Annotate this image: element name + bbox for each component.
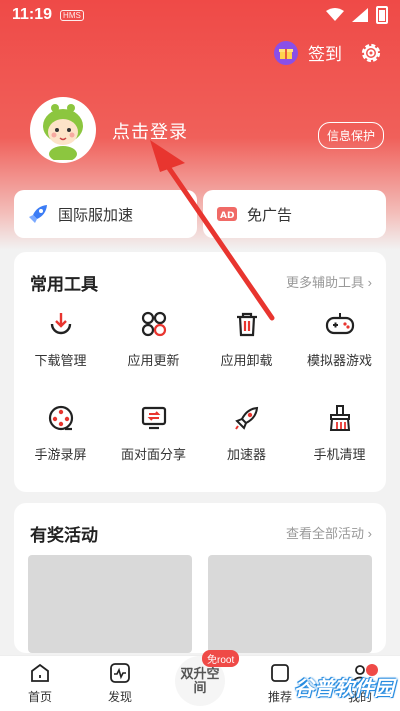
- tool-label: 手机清理: [313, 447, 366, 462]
- broom-icon: [324, 402, 356, 434]
- tool-label: 应用更新: [127, 353, 180, 368]
- tool-face-to-face-share[interactable]: 面对面分享: [107, 402, 200, 478]
- tool-label: 下载管理: [34, 353, 87, 368]
- signal-icon: [352, 8, 368, 22]
- recommend-icon: [269, 662, 291, 684]
- hms-badge: HMS: [60, 9, 84, 21]
- discover-icon: [109, 662, 131, 684]
- tab-dual-space[interactable]: 双升空间 免root: [160, 650, 240, 711]
- intl-acceleration-card[interactable]: 国际服加速: [14, 190, 197, 238]
- tool-app-update[interactable]: 应用更新: [107, 308, 200, 384]
- more-tools-link[interactable]: 更多辅助工具 ›: [286, 272, 372, 291]
- tab-label: 首页: [27, 690, 52, 704]
- home-icon: [29, 662, 51, 684]
- activity-banner[interactable]: [208, 555, 372, 653]
- wifi-icon: [326, 8, 344, 21]
- tool-download-manager[interactable]: 下载管理: [14, 308, 107, 384]
- tool-label: 加速器: [226, 447, 266, 462]
- no-ads-label: 免广告: [247, 206, 293, 224]
- tool-label: 应用卸载: [220, 353, 273, 368]
- gamepad-icon: [324, 308, 356, 340]
- rocket-icon: [26, 202, 50, 226]
- no-root-badge: 免root: [202, 650, 240, 667]
- gear-icon[interactable]: [358, 40, 384, 66]
- status-time: 11:19: [12, 6, 53, 23]
- film-reel-icon: [45, 402, 77, 434]
- tool-label: 模拟器游戏: [306, 353, 372, 368]
- app-update-icon: [138, 308, 170, 340]
- no-ads-card[interactable]: AD 免广告: [203, 190, 386, 238]
- privacy-button[interactable]: 信息保护: [317, 122, 384, 149]
- status-bar: 11:19 HMS: [0, 0, 400, 30]
- tab-label: 发现: [107, 690, 132, 704]
- share-screen-icon: [138, 402, 170, 434]
- tab-label: 推荐: [267, 690, 292, 704]
- battery-icon: [376, 6, 388, 24]
- tools-grid: 下载管理 应用更新 应用卸载 模拟器游戏 手游录屏 面对面分享 加速器 手机清理: [14, 308, 386, 478]
- login-prompt[interactable]: 点击登录: [112, 118, 188, 144]
- download-icon: [45, 308, 77, 340]
- tool-app-uninstall[interactable]: 应用卸载: [200, 308, 293, 384]
- rocket-icon: [231, 402, 263, 434]
- tools-title: 常用工具: [30, 275, 98, 294]
- avatar[interactable]: [30, 97, 96, 163]
- mascot-icon: [43, 104, 83, 160]
- tool-screen-record[interactable]: 手游录屏: [14, 402, 107, 478]
- status-icons: [326, 6, 388, 24]
- activities-card: 有奖活动 查看全部活动 ›: [14, 503, 386, 653]
- tab-discover[interactable]: 发现: [80, 656, 160, 711]
- signin-label: 签到: [308, 45, 342, 64]
- trash-icon: [231, 308, 263, 340]
- tool-label: 手游录屏: [34, 447, 87, 462]
- watermark-text: 谷普软件园: [294, 678, 394, 700]
- tool-accelerator[interactable]: 加速器: [200, 402, 293, 478]
- all-activities-link[interactable]: 查看全部活动 ›: [286, 523, 372, 542]
- signin-button[interactable]: 签到: [274, 40, 342, 65]
- tool-phone-cleanup[interactable]: 手机清理: [293, 402, 386, 478]
- svg-text:AD: AD: [220, 211, 234, 221]
- intl-acceleration-label: 国际服加速: [58, 206, 134, 224]
- tool-emulator-games[interactable]: 模拟器游戏: [293, 308, 386, 384]
- gift-icon: [274, 40, 298, 65]
- tool-label: 面对面分享: [120, 447, 186, 462]
- ad-block-icon: AD: [215, 202, 239, 226]
- tab-home[interactable]: 首页: [0, 656, 80, 711]
- tools-card: 常用工具 更多辅助工具 › 下载管理 应用更新 应用卸载 模拟器游戏 手游录屏 …: [14, 252, 386, 492]
- activity-banner[interactable]: [28, 555, 192, 653]
- activities-title: 有奖活动: [30, 526, 98, 545]
